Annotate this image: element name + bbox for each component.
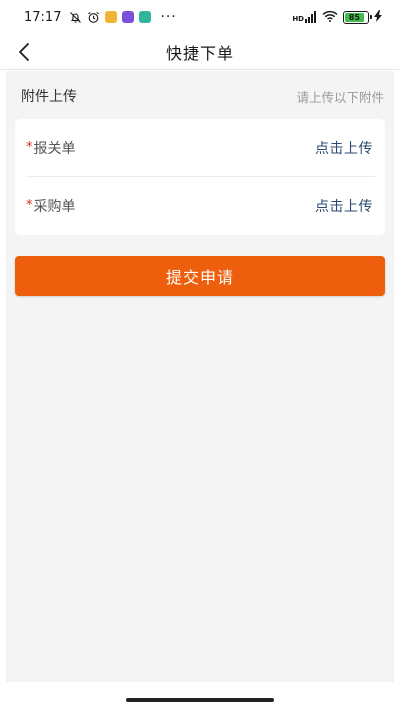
bell-muted-icon xyxy=(69,11,82,24)
status-left: 17:17 ··· xyxy=(24,10,177,25)
nav-bar: 快捷下单 xyxy=(0,34,400,70)
status-right: HD 85 xyxy=(292,9,382,25)
attachment-label: *报关单 xyxy=(26,138,76,158)
submit-application-button[interactable]: 提交申请 xyxy=(15,256,385,296)
page-title: 快捷下单 xyxy=(165,43,234,63)
status-bar: 17:17 ··· HD 85 xyxy=(0,0,400,34)
attachment-name: 报关单 xyxy=(33,141,76,157)
chevron-left-icon xyxy=(19,43,29,61)
back-button[interactable] xyxy=(10,38,38,66)
charging-icon xyxy=(374,9,382,25)
attachment-row-customs-declaration: *报关单 点击上传 xyxy=(15,119,385,177)
video-app-icon xyxy=(122,11,135,23)
app-screen: 17:17 ··· HD 85 快捷下单 附件上传 请上传以下附件 *报关单 点… xyxy=(0,0,400,710)
upload-purchase-order-button[interactable]: 点击上传 xyxy=(315,196,373,216)
battery-icon: 85 xyxy=(343,10,372,24)
status-time: 17:17 xyxy=(24,9,62,25)
attachment-list: *报关单 点击上传 *采购单 点击上传 xyxy=(15,119,385,235)
notes-app-icon xyxy=(105,11,118,23)
wifi-icon xyxy=(322,10,338,25)
section-title: 附件上传 xyxy=(21,89,77,105)
upload-customs-declaration-button[interactable]: 点击上传 xyxy=(315,138,373,158)
required-mark: * xyxy=(26,140,33,155)
calendar-app-icon xyxy=(139,11,152,23)
attachment-row-purchase-order: *采购单 点击上传 xyxy=(15,177,385,235)
required-mark: * xyxy=(26,198,33,213)
attachment-label: *采购单 xyxy=(26,196,76,216)
signal-icon: HD xyxy=(292,11,317,23)
attachment-name: 采购单 xyxy=(33,199,76,215)
section-hint: 请上传以下附件 xyxy=(296,89,384,105)
network-badge: HD xyxy=(292,15,304,23)
home-indicator[interactable] xyxy=(126,698,274,702)
alarm-clock-icon xyxy=(87,11,100,24)
battery-level: 85 xyxy=(345,12,364,22)
main-content: 附件上传 请上传以下附件 *报关单 点击上传 *采购单 点击上传 提交申请 xyxy=(6,71,394,682)
attachment-section-header: 附件上传 请上传以下附件 xyxy=(6,71,394,121)
more-notifications-icon: ··· xyxy=(160,9,177,25)
